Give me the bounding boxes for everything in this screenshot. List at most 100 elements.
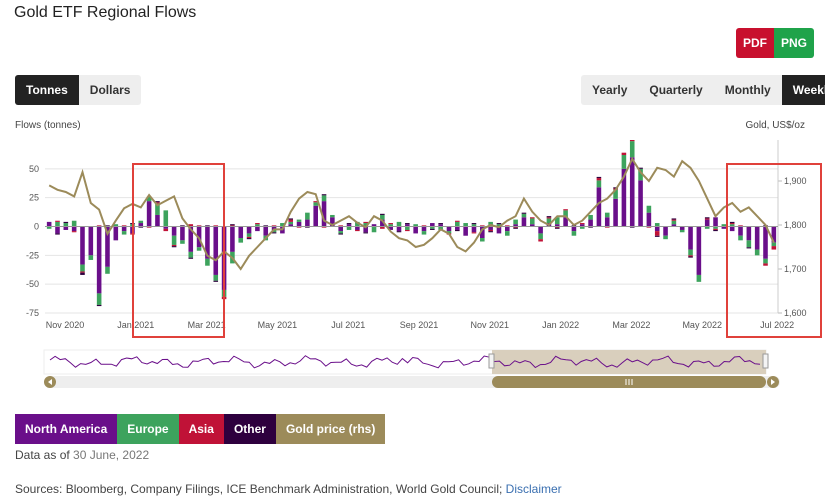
bar-europe[interactable]	[213, 274, 219, 281]
bar-north-america[interactable]	[704, 219, 710, 227]
bar-other[interactable]	[471, 223, 477, 225]
legend-other[interactable]: Other	[223, 414, 276, 444]
bar-north-america[interactable]	[213, 226, 219, 275]
bar-north-america[interactable]	[613, 198, 618, 227]
bar-asia[interactable]	[355, 229, 360, 232]
bar-europe[interactable]	[405, 226, 410, 230]
bar-other[interactable]	[246, 238, 252, 240]
bar-europe[interactable]	[679, 229, 685, 233]
bar-north-america[interactable]	[688, 226, 693, 250]
bar-europe[interactable]	[346, 226, 352, 230]
bar-north-america[interactable]	[421, 226, 427, 232]
bar-asia[interactable]	[455, 220, 460, 222]
bar-north-america[interactable]	[521, 217, 527, 227]
bar-asia[interactable]	[654, 231, 660, 236]
bar-other[interactable]	[230, 224, 235, 226]
bar-europe[interactable]	[529, 218, 535, 225]
bar-north-america[interactable]	[430, 223, 435, 227]
bar-north-america[interactable]	[696, 226, 702, 275]
bar-north-america[interactable]	[729, 226, 735, 232]
bar-europe[interactable]	[196, 247, 202, 251]
bar-north-america[interactable]	[746, 226, 752, 241]
bar-other[interactable]	[346, 223, 352, 225]
bar-north-america[interactable]	[538, 226, 543, 234]
bar-north-america[interactable]	[63, 226, 69, 230]
bar-north-america[interactable]	[338, 226, 343, 232]
bar-europe[interactable]	[71, 220, 77, 227]
bar-europe[interactable]	[371, 226, 377, 233]
bar-europe[interactable]	[763, 258, 768, 264]
bar-europe[interactable]	[754, 249, 760, 256]
bar-asia[interactable]	[538, 239, 543, 242]
bar-other[interactable]	[596, 176, 602, 179]
bar-asia[interactable]	[629, 140, 635, 142]
bar-other[interactable]	[729, 221, 735, 224]
bar-north-america[interactable]	[488, 226, 493, 230]
bar-north-america[interactable]	[763, 226, 768, 259]
bar-north-america[interactable]	[296, 221, 302, 227]
bar-europe[interactable]	[696, 274, 702, 282]
bar-europe[interactable]	[188, 251, 194, 258]
bar-asia[interactable]	[729, 223, 735, 225]
bar-other[interactable]	[438, 223, 443, 225]
bar-europe[interactable]	[421, 231, 427, 235]
bar-north-america[interactable]	[230, 226, 235, 252]
bar-europe[interactable]	[313, 202, 319, 206]
bar-north-america[interactable]	[455, 226, 460, 230]
bar-europe[interactable]	[163, 210, 169, 227]
bar-europe[interactable]	[646, 205, 652, 213]
bar-europe[interactable]	[288, 221, 294, 225]
bar-north-america[interactable]	[471, 226, 477, 233]
bar-other[interactable]	[688, 256, 693, 258]
bar-europe[interactable]	[330, 214, 335, 218]
bar-other[interactable]	[430, 228, 435, 230]
bar-europe[interactable]	[604, 212, 610, 218]
bar-europe[interactable]	[504, 231, 510, 236]
navigator-handle-left[interactable]	[488, 353, 495, 369]
bar-asia[interactable]	[579, 223, 585, 225]
legend-north-america[interactable]: North America	[15, 414, 118, 444]
bar-europe[interactable]	[521, 213, 527, 218]
bar-europe[interactable]	[688, 249, 693, 256]
bar-europe[interactable]	[746, 240, 752, 248]
bar-europe[interactable]	[480, 238, 485, 242]
bar-north-america[interactable]	[305, 219, 310, 227]
bar-other[interactable]	[513, 227, 518, 229]
bar-asia[interactable]	[55, 220, 60, 222]
bar-north-america[interactable]	[155, 214, 160, 227]
bar-other[interactable]	[671, 218, 677, 220]
bar-asia[interactable]	[771, 246, 777, 250]
bar-north-america[interactable]	[71, 226, 77, 232]
bar-other[interactable]	[704, 217, 710, 219]
bar-europe[interactable]	[171, 235, 177, 245]
bar-europe[interactable]	[629, 141, 635, 158]
bar-other[interactable]	[713, 229, 718, 232]
bar-asia[interactable]	[405, 229, 410, 232]
bar-other[interactable]	[188, 257, 194, 259]
bar-europe[interactable]	[321, 195, 327, 202]
bar-north-america[interactable]	[146, 201, 152, 227]
bar-europe[interactable]	[180, 240, 185, 244]
bar-other[interactable]	[746, 247, 752, 249]
bar-asia[interactable]	[80, 271, 85, 273]
bar-north-america[interactable]	[571, 226, 577, 232]
bar-other[interactable]	[380, 213, 385, 215]
bar-other[interactable]	[654, 235, 660, 237]
bar-europe[interactable]	[105, 266, 110, 274]
bar-europe[interactable]	[296, 219, 302, 222]
bar-north-america[interactable]	[246, 226, 252, 234]
bar-asia[interactable]	[763, 263, 768, 266]
bar-other[interactable]	[488, 231, 493, 233]
bar-north-america[interactable]	[238, 226, 244, 239]
bar-north-america[interactable]	[121, 226, 127, 232]
bar-north-america[interactable]	[413, 226, 418, 234]
bar-europe[interactable]	[455, 221, 460, 227]
bar-europe[interactable]	[205, 258, 210, 266]
bar-europe[interactable]	[96, 293, 102, 305]
bar-north-america[interactable]	[96, 226, 102, 294]
bar-asia[interactable]	[488, 229, 493, 232]
bar-other[interactable]	[455, 229, 460, 232]
bar-europe[interactable]	[121, 231, 127, 235]
bar-other[interactable]	[363, 232, 368, 234]
bar-other[interactable]	[521, 212, 527, 214]
